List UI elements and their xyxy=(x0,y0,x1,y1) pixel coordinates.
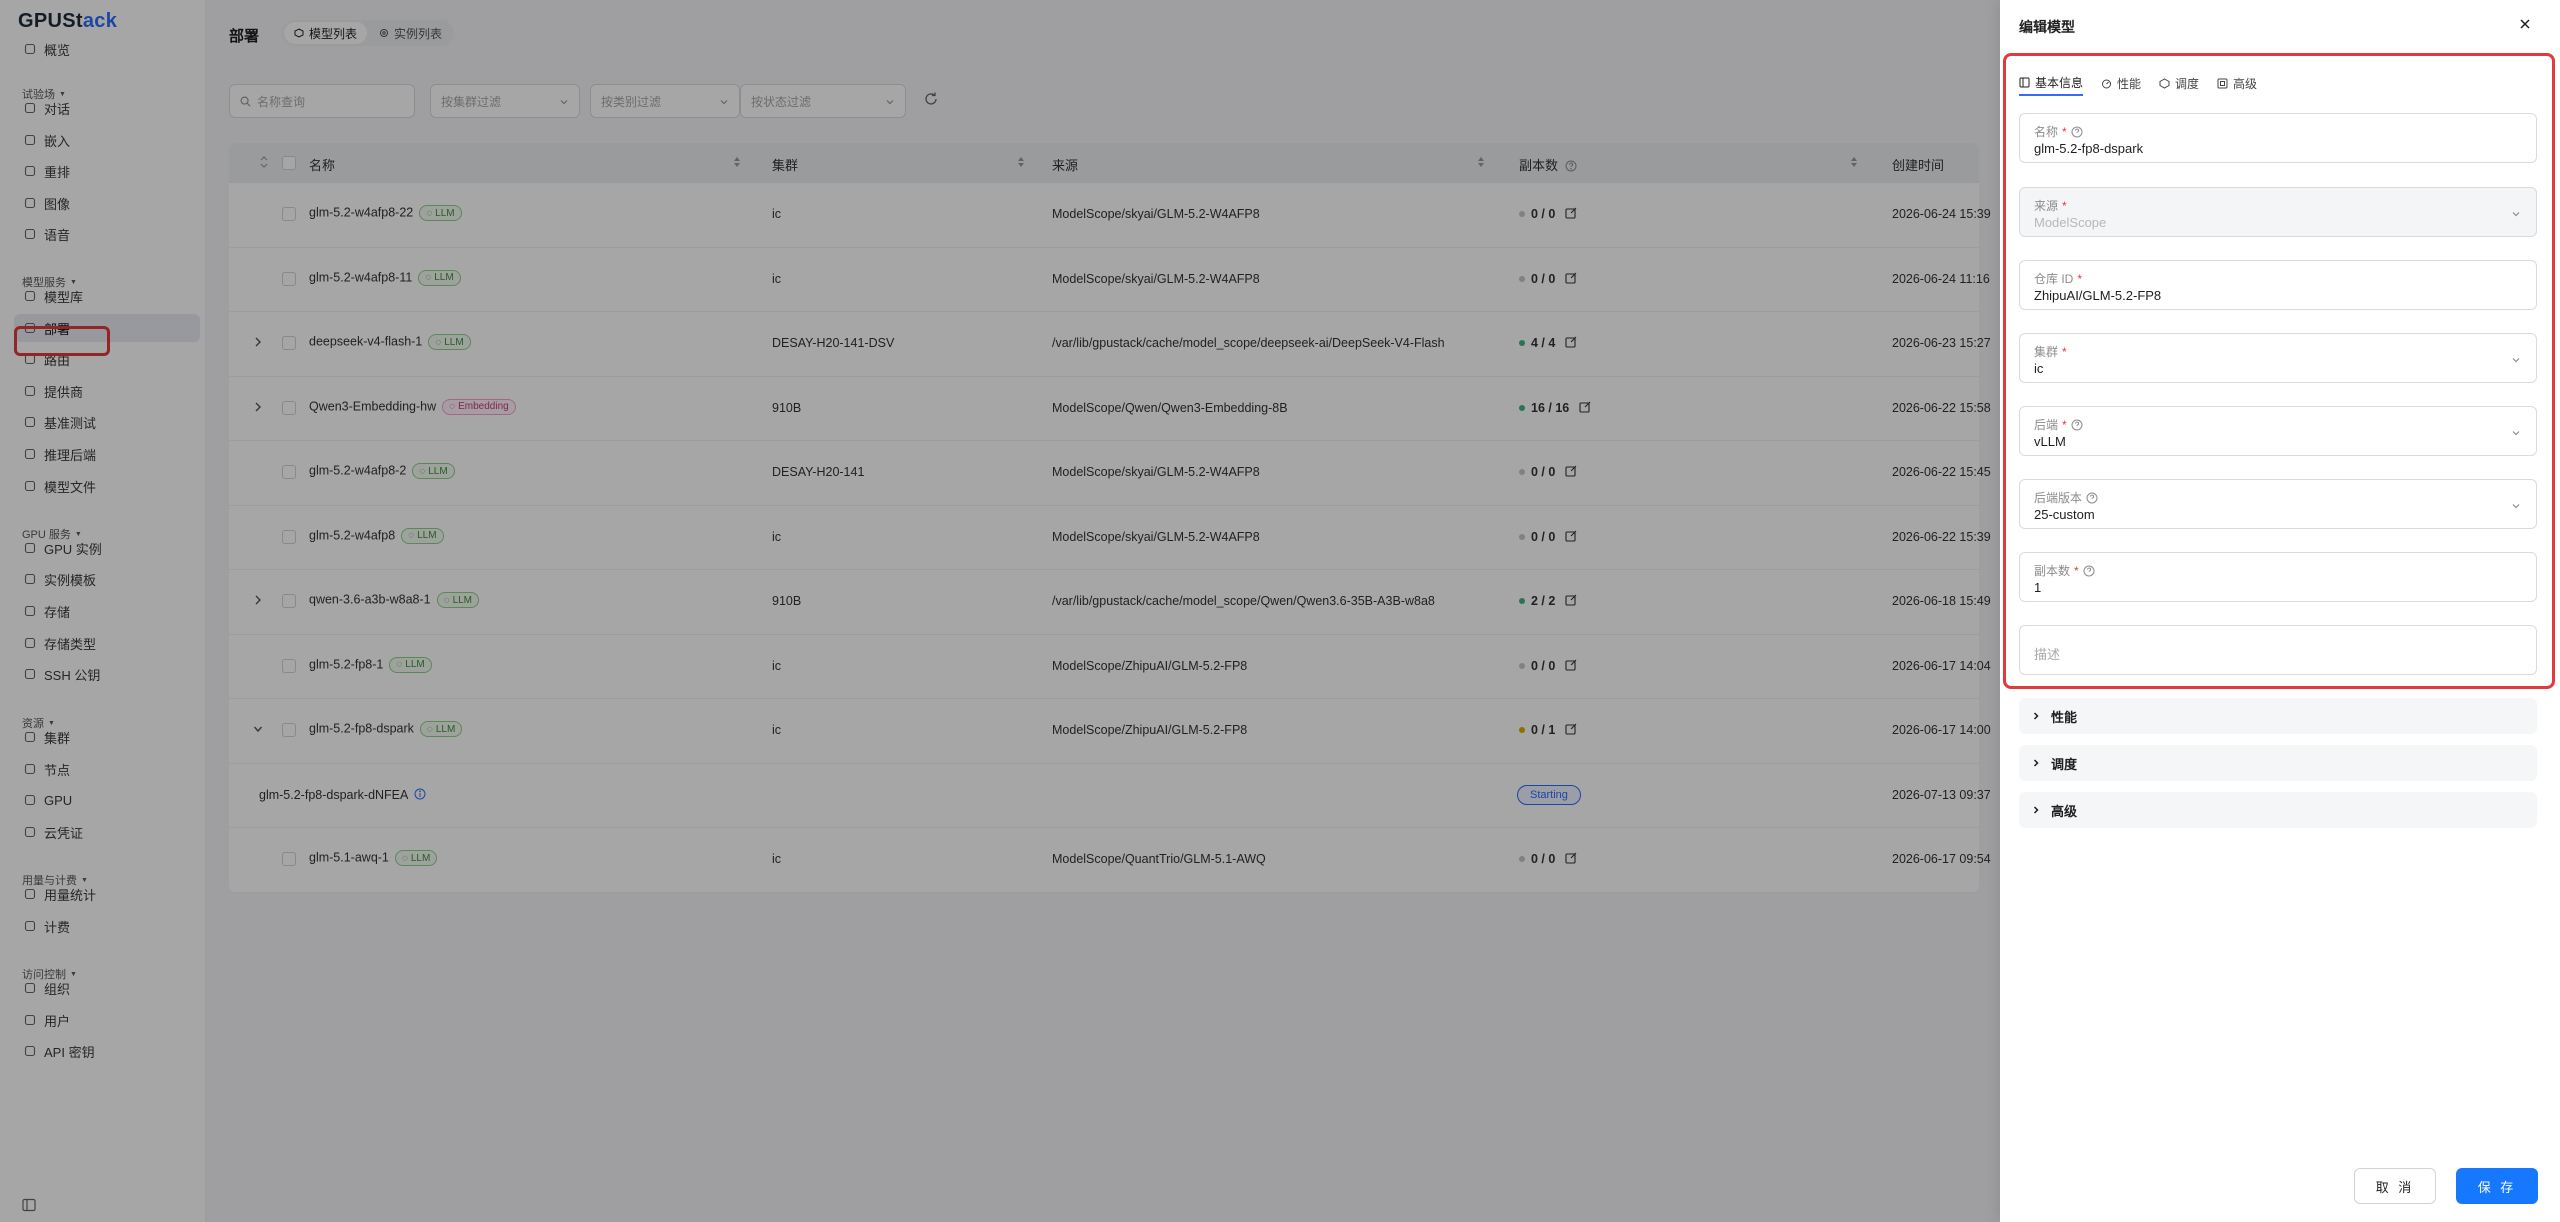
backend-select[interactable]: 后端 * vLLM xyxy=(2019,406,2537,456)
help-icon[interactable] xyxy=(2083,565,2095,577)
backend-version-select[interactable]: 后端版本 25-custom xyxy=(2019,479,2537,529)
help-icon[interactable] xyxy=(2086,492,2098,504)
scheduling-icon xyxy=(2159,77,2170,89)
drawer-title: 编辑模型 xyxy=(2019,19,2075,35)
chevron-right-icon xyxy=(2033,806,2039,814)
section-performance[interactable]: 性能 xyxy=(2019,698,2537,734)
drawer-tabs: 基本信息 性能 调度 高级 xyxy=(2019,70,2257,96)
tab-scheduling[interactable]: 调度 xyxy=(2159,70,2199,96)
advanced-icon xyxy=(2217,78,2228,88)
description-field[interactable]: 描述 xyxy=(2019,625,2537,675)
chevron-down-icon xyxy=(2512,504,2520,509)
replicas-field[interactable]: 副本数 * 1 xyxy=(2019,552,2537,602)
tab-performance[interactable]: 性能 xyxy=(2101,70,2141,96)
performance-icon xyxy=(2102,79,2112,88)
cluster-select[interactable]: 集群 * ic xyxy=(2019,333,2537,383)
help-icon[interactable] xyxy=(2071,419,2083,431)
info-grid-icon xyxy=(2019,77,2030,87)
chevron-down-icon xyxy=(2512,358,2520,363)
save-button[interactable]: 保 存 xyxy=(2456,1168,2538,1204)
help-icon[interactable] xyxy=(2071,126,2083,138)
chevron-down-icon xyxy=(2512,212,2520,217)
chevron-right-icon xyxy=(2033,759,2039,767)
cancel-button[interactable]: 取 消 xyxy=(2354,1168,2436,1204)
source-select: 来源 * ModelScope xyxy=(2019,187,2537,237)
section-advanced[interactable]: 高级 xyxy=(2019,792,2537,828)
tab-basic-info[interactable]: 基本信息 xyxy=(2019,70,2084,96)
section-scheduling[interactable]: 调度 xyxy=(2019,745,2537,781)
edit-model-drawer: 编辑模型 基本信息 性能 调度 高级 名称 * glm-5.2-fp8-dspar… xyxy=(2000,0,2560,1222)
modal-overlay[interactable] xyxy=(0,0,2000,1222)
close-icon[interactable] xyxy=(2518,17,2532,31)
chevron-right-icon xyxy=(2033,712,2039,720)
tab-advanced[interactable]: 高级 xyxy=(2217,70,2257,96)
repo-id-field[interactable]: 仓库 ID * ZhipuAI/GLM-5.2-FP8 xyxy=(2019,260,2537,310)
chevron-down-icon xyxy=(2512,431,2520,436)
name-field[interactable]: 名称 * glm-5.2-fp8-dspark xyxy=(2019,113,2537,163)
